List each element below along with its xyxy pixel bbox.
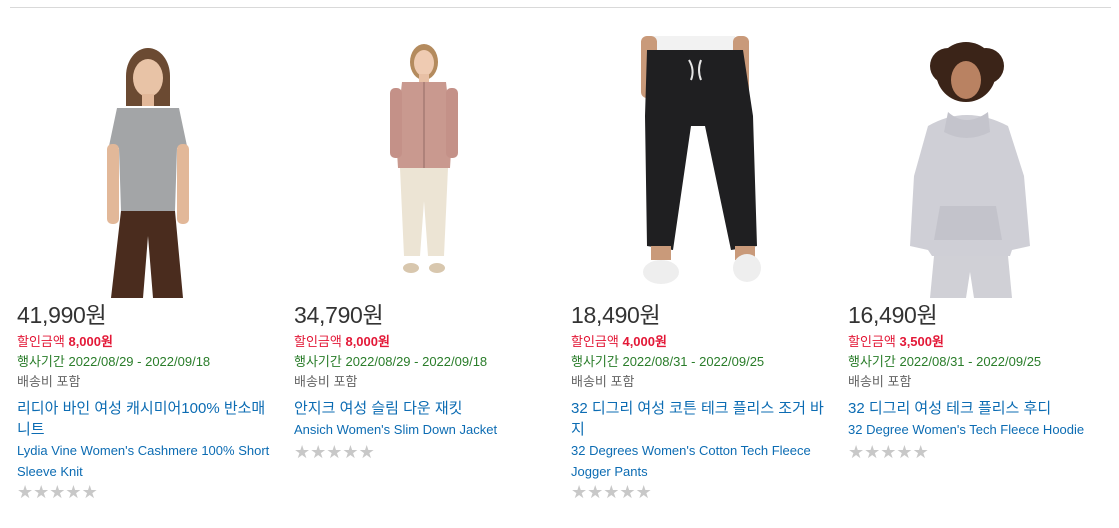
discount-value: 3,500원	[899, 334, 944, 349]
star-icon: ★	[848, 442, 865, 462]
product-title-english[interactable]: 32 Degrees Women's Cotton Tech Fleece Jo…	[571, 440, 833, 482]
discount-amount: 할인금액 8,000원	[294, 331, 390, 350]
star-icon: ★	[358, 442, 375, 462]
star-icon: ★	[81, 482, 98, 502]
star-icon: ★	[587, 482, 604, 502]
period-label: 행사기간	[17, 354, 65, 369]
product-card: 16,490원 할인금액 3,500원 행사기간 2022/08/31 - 20…	[848, 0, 1110, 528]
product-title-english[interactable]: Lydia Vine Women's Cashmere 100% Short S…	[17, 440, 279, 482]
cashmere-knit-model-icon	[17, 36, 279, 298]
period-dates: 2022/08/29 - 2022/09/18	[68, 354, 211, 369]
star-icon: ★	[294, 442, 311, 462]
product-title-korean[interactable]: 리디아 바인 여성 캐시미어100% 반소매 니트	[17, 398, 279, 440]
product-card: 41,990원 할인금액 8,000원 행사기간 2022/08/29 - 20…	[17, 0, 279, 528]
discount-amount: 할인금액 8,000원	[17, 331, 113, 350]
product-image[interactable]	[571, 36, 833, 298]
rating-stars: ★★★★★	[294, 442, 375, 463]
product-title-korean[interactable]: 32 디그리 여성 코튼 테크 플리스 조거 바지	[571, 398, 833, 440]
discount-value: 8,000원	[68, 334, 113, 349]
shipping-info: 배송비 포함	[571, 374, 635, 389]
down-jacket-model-icon	[294, 36, 556, 298]
star-icon: ★	[603, 482, 620, 502]
period-dates: 2022/08/29 - 2022/09/18	[345, 354, 488, 369]
discount-label: 할인금액	[294, 334, 342, 349]
product-title-english[interactable]: 32 Degree Women's Tech Fleece Hoodie	[848, 419, 1110, 440]
shipping-info: 배송비 포함	[294, 374, 358, 389]
product-price: 18,490원	[571, 302, 661, 328]
rating-stars: ★★★★★	[17, 482, 98, 503]
star-icon: ★	[49, 482, 66, 502]
star-icon: ★	[864, 442, 881, 462]
period-label: 행사기간	[848, 354, 896, 369]
product-image[interactable]	[17, 36, 279, 298]
promo-period: 행사기간 2022/08/29 - 2022/09/18	[294, 351, 487, 370]
product-title-english[interactable]: Ansich Women's Slim Down Jacket	[294, 419, 556, 440]
discount-label: 할인금액	[848, 334, 896, 349]
promo-period: 행사기간 2022/08/31 - 2022/09/25	[571, 351, 764, 370]
period-dates: 2022/08/31 - 2022/09/25	[899, 354, 1042, 369]
fleece-hoodie-model-icon	[848, 36, 1110, 298]
star-icon: ★	[65, 482, 82, 502]
star-icon: ★	[310, 442, 327, 462]
discount-label: 할인금액	[571, 334, 619, 349]
jogger-pants-model-icon	[571, 36, 833, 298]
promo-period: 행사기간 2022/08/29 - 2022/09/18	[17, 351, 210, 370]
star-icon: ★	[326, 442, 343, 462]
product-price: 34,790원	[294, 302, 384, 328]
shipping-info: 배송비 포함	[17, 374, 81, 389]
discount-amount: 할인금액 4,000원	[571, 331, 667, 350]
discount-value: 8,000원	[345, 334, 390, 349]
star-icon: ★	[912, 442, 929, 462]
product-price: 41,990원	[17, 302, 107, 328]
star-icon: ★	[342, 442, 359, 462]
rating-stars: ★★★★★	[571, 482, 652, 503]
product-image[interactable]	[848, 36, 1110, 298]
rating-stars: ★★★★★	[848, 442, 929, 463]
star-icon: ★	[619, 482, 636, 502]
discount-value: 4,000원	[622, 334, 667, 349]
product-price: 16,490원	[848, 302, 938, 328]
star-icon: ★	[17, 482, 34, 502]
period-label: 행사기간	[294, 354, 342, 369]
star-icon: ★	[635, 482, 652, 502]
star-icon: ★	[880, 442, 897, 462]
promo-period: 행사기간 2022/08/31 - 2022/09/25	[848, 351, 1041, 370]
product-title-korean[interactable]: 32 디그리 여성 테크 플리스 후디	[848, 398, 1110, 419]
product-grid: 41,990원 할인금액 8,000원 행사기간 2022/08/29 - 20…	[0, 0, 1119, 528]
shipping-info: 배송비 포함	[848, 374, 912, 389]
product-title-korean[interactable]: 안지크 여성 슬림 다운 재킷	[294, 398, 556, 419]
star-icon: ★	[33, 482, 50, 502]
product-card: 34,790원 할인금액 8,000원 행사기간 2022/08/29 - 20…	[294, 0, 556, 528]
discount-amount: 할인금액 3,500원	[848, 331, 944, 350]
discount-label: 할인금액	[17, 334, 65, 349]
period-dates: 2022/08/31 - 2022/09/25	[622, 354, 765, 369]
star-icon: ★	[571, 482, 588, 502]
product-card: 18,490원 할인금액 4,000원 행사기간 2022/08/31 - 20…	[571, 0, 833, 528]
product-image[interactable]	[294, 36, 556, 298]
star-icon: ★	[896, 442, 913, 462]
period-label: 행사기간	[571, 354, 619, 369]
